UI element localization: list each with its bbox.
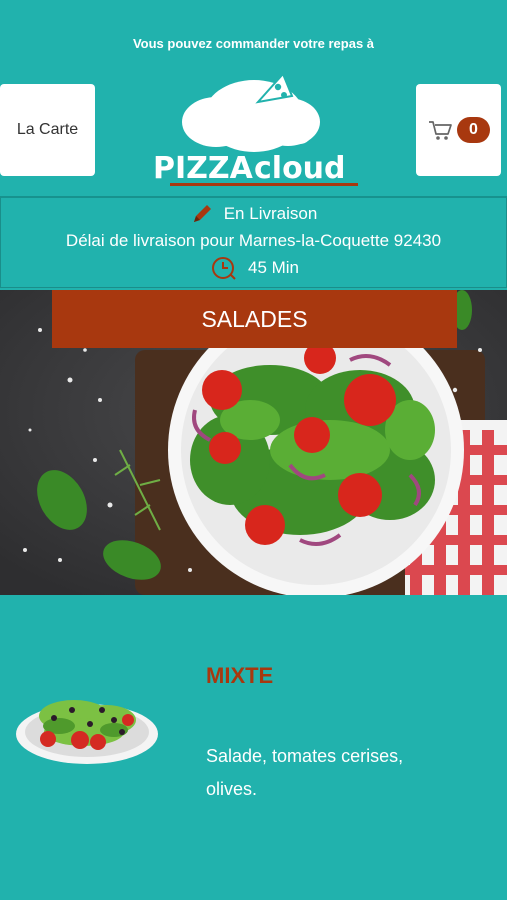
delivery-zone-text: Délai de livraison pour Marnes-la-Coquet… xyxy=(65,231,442,250)
svg-text:PIZZA: PIZZA xyxy=(153,151,254,186)
product-name[interactable]: MIXTE xyxy=(206,663,273,689)
section-title-salades: SALADES xyxy=(52,290,457,348)
cart-button[interactable]: 0 xyxy=(416,84,501,176)
cart-icon xyxy=(429,121,452,140)
clock-icon xyxy=(211,256,236,280)
delivery-time: 45 Min xyxy=(247,258,300,277)
pencil-icon xyxy=(193,204,211,222)
cart-count-badge: 0 xyxy=(457,117,490,143)
pizza-cloud-logo: PIZZA cloud xyxy=(153,72,358,186)
order-banner-text: Vous pouvez commander votre repas à xyxy=(132,36,375,51)
delivery-info: En Livraison Délai de livraison pour Mar… xyxy=(0,196,507,288)
svg-text:cloud: cloud xyxy=(254,151,346,186)
product-description: Salade, tomates cerises, olives. xyxy=(206,746,404,799)
product-image-mixte[interactable] xyxy=(14,680,160,776)
menu-button[interactable]: La Carte xyxy=(0,84,95,176)
delivery-status: En Livraison xyxy=(223,204,318,223)
